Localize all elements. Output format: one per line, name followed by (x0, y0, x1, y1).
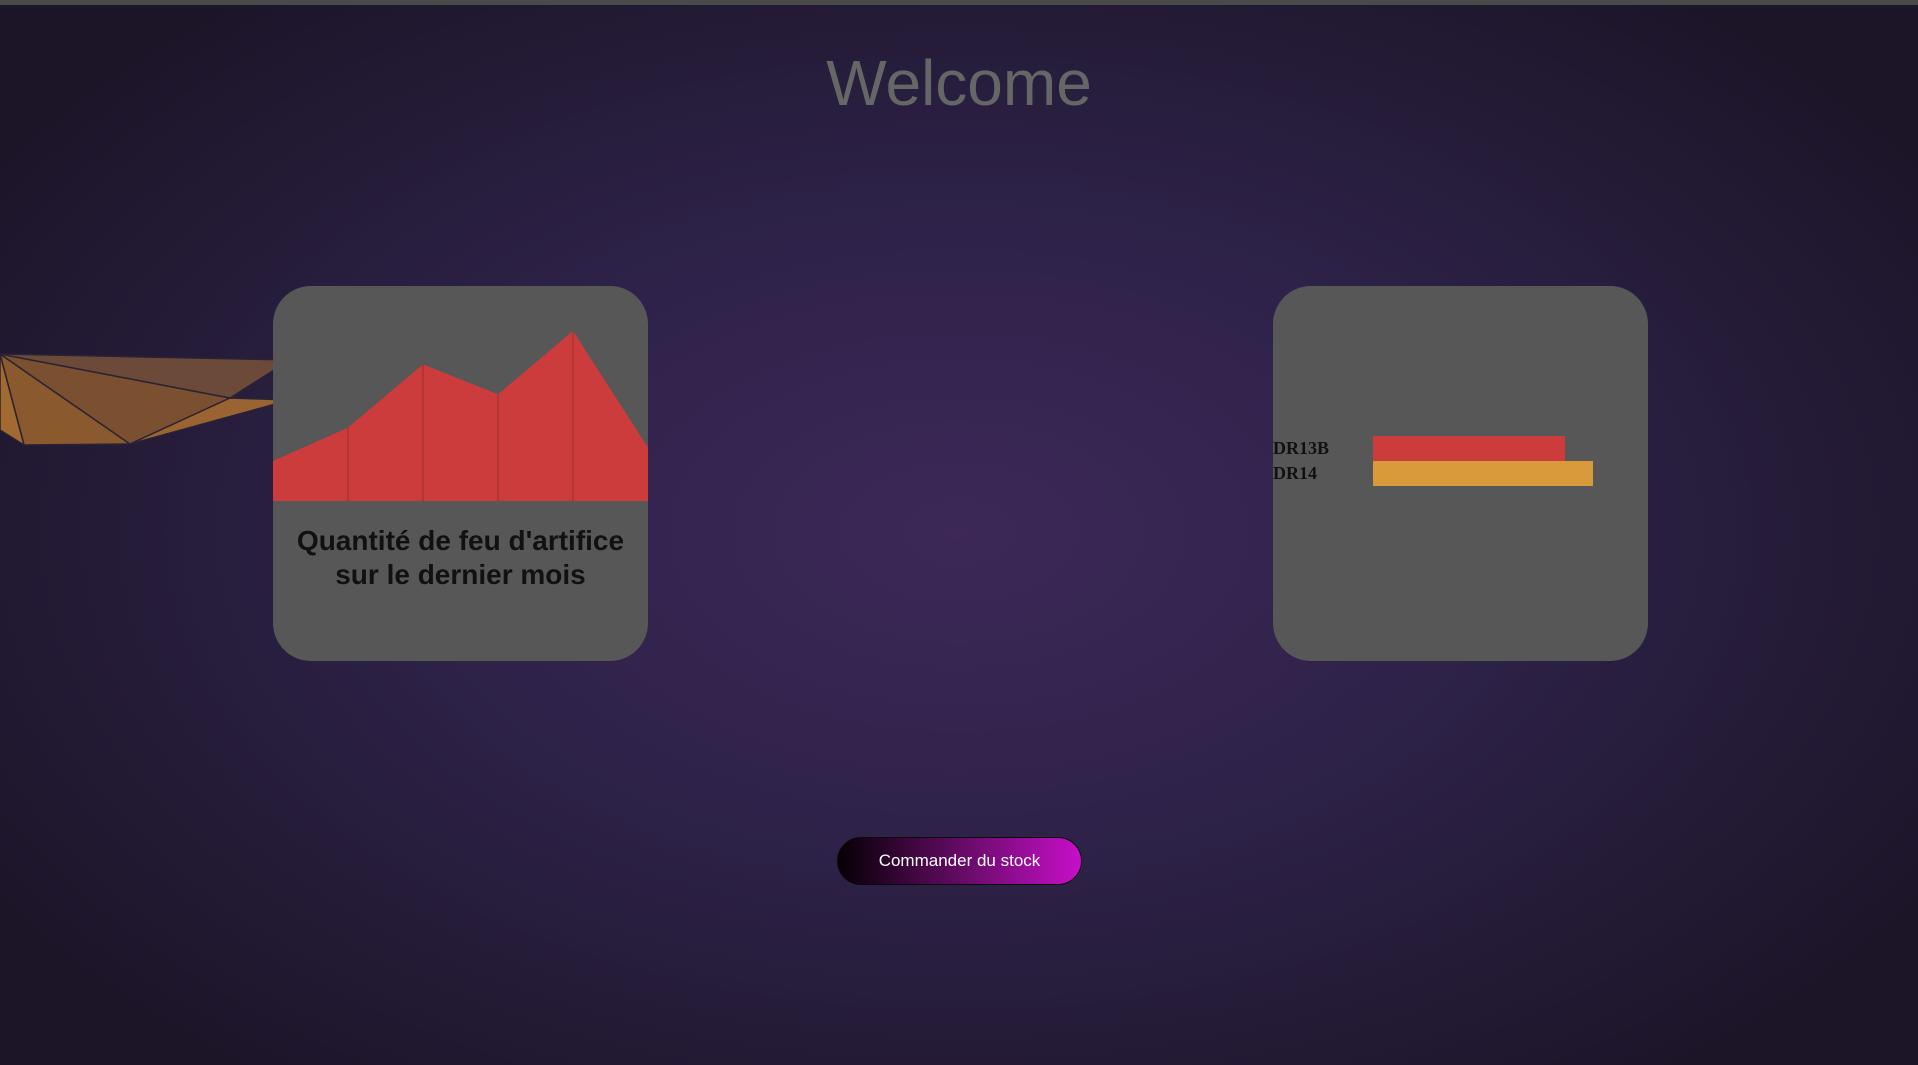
chart-card-caption-line-1: Quantité de feu d'artifice (296, 525, 625, 556)
bar-dr14 (1373, 461, 1593, 486)
chart-card-caption-line-2: sur le dernier mois (335, 559, 586, 590)
bar-chart: DR13B DR14 (1273, 436, 1593, 486)
page-title: Welcome (826, 47, 1092, 119)
chart-card-stock-by-model[interactable]: DR13B DR14 (1273, 286, 1648, 661)
chart-card-caption: Quantité de feu d'artifice sur le dernie… (273, 524, 648, 592)
area-chart (273, 331, 648, 501)
bar-category-label: DR14 (1273, 463, 1317, 483)
order-stock-button[interactable]: Commander du stock (837, 837, 1082, 885)
bar-dr13b (1373, 436, 1565, 461)
chart-card-monthly-quantity[interactable]: Quantité de feu d'artifice sur le dernie… (273, 286, 648, 661)
area-series (273, 331, 648, 501)
bar-category-label: DR13B (1273, 438, 1329, 458)
decorative-polygon-shape (0, 353, 290, 447)
window-top-strip (0, 0, 1918, 5)
